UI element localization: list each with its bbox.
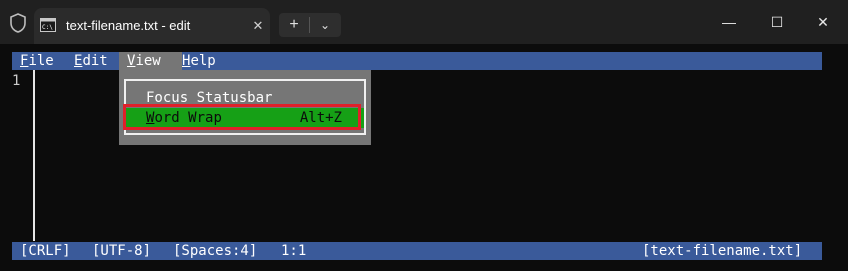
highlight-annotation <box>123 104 361 130</box>
new-tab-group: + ⌄ <box>279 13 341 37</box>
status-line-ending[interactable]: [CRLF] <box>20 242 71 260</box>
window-titlebar: C:\ text-filename.txt - edit ✕ + ⌄ — ☐ ✕ <box>0 0 848 44</box>
close-tab-icon[interactable]: ✕ <box>250 17 266 35</box>
status-indent[interactable]: [Spaces:4] <box>173 242 257 260</box>
menu-view[interactable]: View <box>119 52 182 70</box>
shield-icon <box>10 13 26 33</box>
menu-edit[interactable]: Edit <box>72 52 110 70</box>
menu-view-label: iew <box>135 53 161 69</box>
menu-edit-label: dit <box>82 53 108 69</box>
maximize-button[interactable]: ☐ <box>754 8 800 36</box>
status-encoding[interactable]: [UTF-8] <box>92 242 151 260</box>
menu-help-label: elp <box>190 53 216 69</box>
status-filename: [text-filename.txt] <box>642 243 803 259</box>
menu-file-label: ile <box>28 53 54 69</box>
close-window-button[interactable]: ✕ <box>800 8 846 36</box>
menu-file[interactable]: File <box>18 52 56 70</box>
terminal-icon: C:\ <box>40 18 56 32</box>
status-cursor-position: 1:1 <box>281 243 307 259</box>
menu-bar: File Edit View Help <box>12 52 822 70</box>
text-cursor <box>33 70 35 241</box>
tab-terminal[interactable]: C:\ text-filename.txt - edit ✕ <box>34 8 270 44</box>
terminal-area: File Edit View Help 1 Focus Statusbar Wo… <box>0 44 848 271</box>
chevron-down-icon[interactable]: ⌄ <box>310 13 340 37</box>
line-number: 1 <box>12 73 21 89</box>
new-tab-button[interactable]: + <box>279 13 309 37</box>
view-menu-dropdown: Focus Statusbar Word Wrap Alt+Z <box>119 70 371 145</box>
menu-help[interactable]: Help <box>180 52 218 70</box>
status-bar: [CRLF] [UTF-8] [Spaces:4] 1:1 [text-file… <box>12 242 822 260</box>
minimize-button[interactable]: — <box>706 8 752 36</box>
svg-text:C:\: C:\ <box>42 24 53 31</box>
tab-title: text-filename.txt - edit <box>66 18 191 33</box>
